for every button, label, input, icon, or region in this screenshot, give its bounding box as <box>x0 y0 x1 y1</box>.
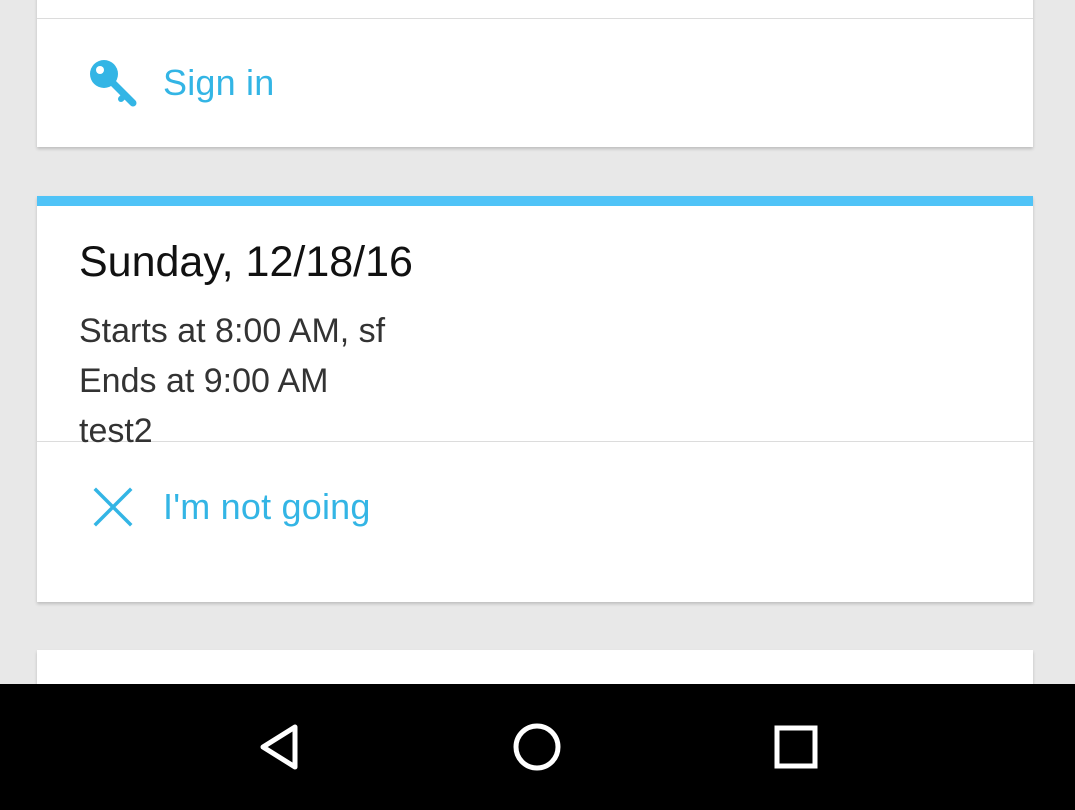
home-button[interactable] <box>497 707 577 787</box>
event-card: Sunday, 12/18/16 Starts at 8:00 AM, sf E… <box>37 196 1033 602</box>
not-going-label: I'm not going <box>163 485 371 527</box>
recents-button[interactable] <box>756 707 836 787</box>
back-button[interactable] <box>239 707 319 787</box>
sign-in-button[interactable]: Sign in <box>37 19 1033 147</box>
sign-in-label: Sign in <box>163 62 275 103</box>
event-date: Sunday, 12/18/16 <box>79 238 413 286</box>
screen: Sign in Sunday, 12/18/16 Starts at 8:00 … <box>0 0 1075 810</box>
previous-card-section <box>37 0 1033 19</box>
event-start-time: Starts at 8:00 AM, sf <box>79 312 386 350</box>
event-details[interactable]: Sunday, 12/18/16 Starts at 8:00 AM, sf E… <box>37 206 1033 450</box>
back-icon <box>260 724 298 770</box>
key-icon <box>85 55 141 111</box>
home-icon <box>513 723 561 771</box>
recents-icon <box>774 725 818 769</box>
event-accent-bar <box>37 196 1033 206</box>
close-icon <box>85 479 141 535</box>
navigation-bar <box>0 684 1075 810</box>
event-end-time: Ends at 9:00 AM <box>79 362 329 400</box>
signin-card: Sign in <box>37 0 1033 147</box>
not-going-button[interactable]: I'm not going <box>37 442 1033 571</box>
